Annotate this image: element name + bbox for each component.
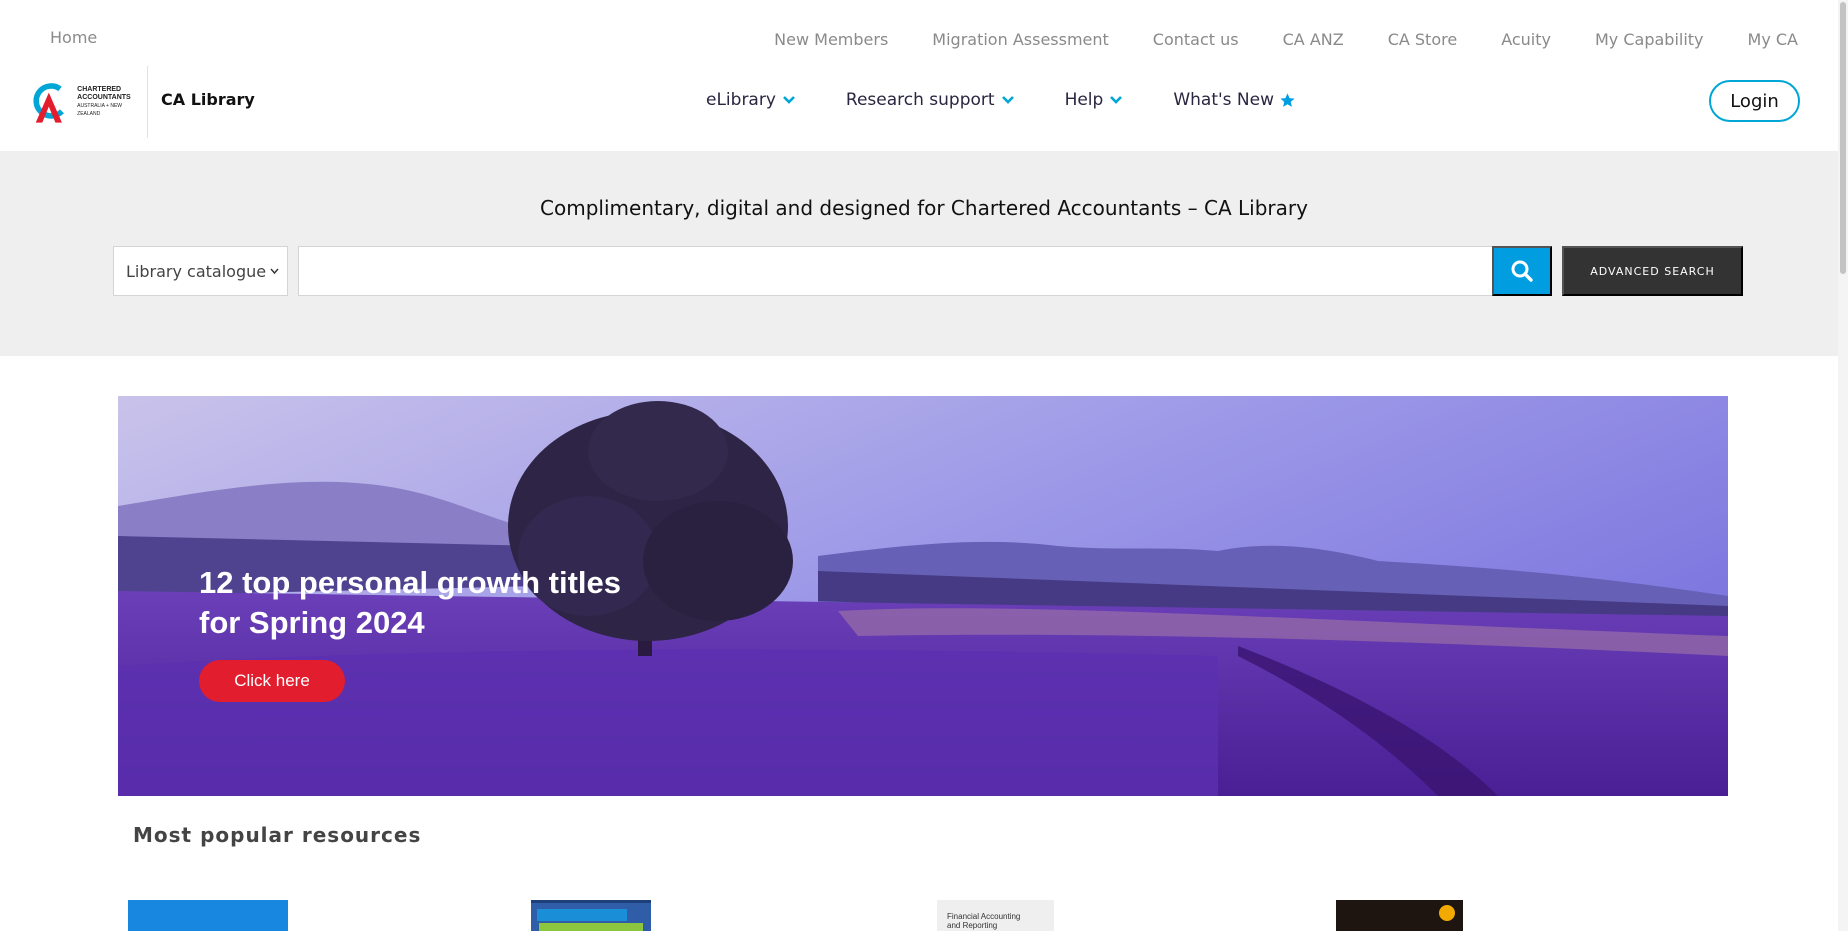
- utility-link-ca-anz[interactable]: CA ANZ: [1283, 30, 1344, 49]
- section-title-popular: Most popular resources: [133, 823, 422, 847]
- main-nav: eLibrary Research support Help What's Ne…: [706, 90, 1296, 110]
- nav-elibrary-label: eLibrary: [706, 90, 776, 110]
- utility-link-contact-us[interactable]: Contact us: [1153, 30, 1239, 49]
- search-button[interactable]: [1492, 246, 1552, 296]
- search-scope-value: Library catalogue: [126, 261, 267, 281]
- chevron-down-icon: [1110, 96, 1123, 104]
- page-scrollbar[interactable]: [1838, 0, 1848, 931]
- cover-band: [539, 923, 643, 931]
- utility-link-migration-assessment[interactable]: Migration Assessment: [932, 30, 1109, 49]
- hero-cta-button[interactable]: Click here: [199, 660, 345, 702]
- search-tagline: Complimentary, digital and designed for …: [540, 196, 1308, 220]
- utility-link-my-capability[interactable]: My Capability: [1595, 30, 1704, 49]
- logo-wordmark: CHARTERED ACCOUNTANTS AUSTRALIA + NEW ZE…: [77, 86, 131, 117]
- nav-whats-new[interactable]: What's New: [1173, 90, 1296, 110]
- utility-link-acuity[interactable]: Acuity: [1501, 30, 1551, 49]
- chevron-down-icon: [1001, 96, 1014, 104]
- search-icon: [1511, 260, 1533, 282]
- home-link[interactable]: Home: [50, 28, 97, 47]
- utility-link-ca-store[interactable]: CA Store: [1388, 30, 1458, 49]
- login-button[interactable]: Login: [1709, 80, 1800, 122]
- nav-help[interactable]: Help: [1065, 90, 1124, 110]
- search-band: Complimentary, digital and designed for …: [0, 151, 1848, 356]
- resource-cover-4[interactable]: [1336, 900, 1463, 931]
- chevron-down-icon: [270, 268, 279, 275]
- ca-logo-icon: [33, 83, 64, 123]
- search-scope-select[interactable]: Library catalogue: [113, 246, 288, 296]
- utility-link-new-members[interactable]: New Members: [774, 30, 888, 49]
- logo-divider: [147, 66, 148, 138]
- resource-cover-3[interactable]: Financial Accounting and Reporting: [937, 900, 1054, 931]
- cover-badge-icon: [1439, 905, 1455, 921]
- utility-nav: New Members Migration Assessment Contact…: [730, 30, 1798, 49]
- hero-banner[interactable]: 12 top personal growth titles for Spring…: [118, 396, 1728, 796]
- resource-cover-2[interactable]: [531, 900, 651, 931]
- chevron-down-icon: [782, 96, 795, 104]
- cover-strip: [537, 909, 627, 921]
- nav-help-label: Help: [1064, 90, 1104, 110]
- advanced-search-button[interactable]: ADVANCED SEARCH: [1562, 246, 1743, 296]
- nav-research-support[interactable]: Research support: [846, 90, 1015, 110]
- scrollbar-thumb[interactable]: [1840, 2, 1846, 274]
- cover-title: Financial Accounting: [947, 912, 1021, 921]
- search-input[interactable]: [298, 246, 1493, 296]
- product-name[interactable]: CA Library: [161, 90, 255, 109]
- resource-cover-1[interactable]: [128, 900, 288, 931]
- nav-elibrary[interactable]: eLibrary: [706, 90, 796, 110]
- cover-title: and Reporting: [947, 921, 998, 930]
- ca-anz-logo[interactable]: CHARTERED ACCOUNTANTS AUSTRALIA + NEW ZE…: [32, 76, 142, 128]
- utility-link-my-ca[interactable]: My CA: [1748, 30, 1798, 49]
- hero-title: 12 top personal growth titles for Spring…: [199, 565, 621, 640]
- nav-whats-new-label: What's New: [1173, 90, 1275, 110]
- nav-research-support-label: Research support: [845, 90, 995, 110]
- star-icon: [1280, 92, 1295, 107]
